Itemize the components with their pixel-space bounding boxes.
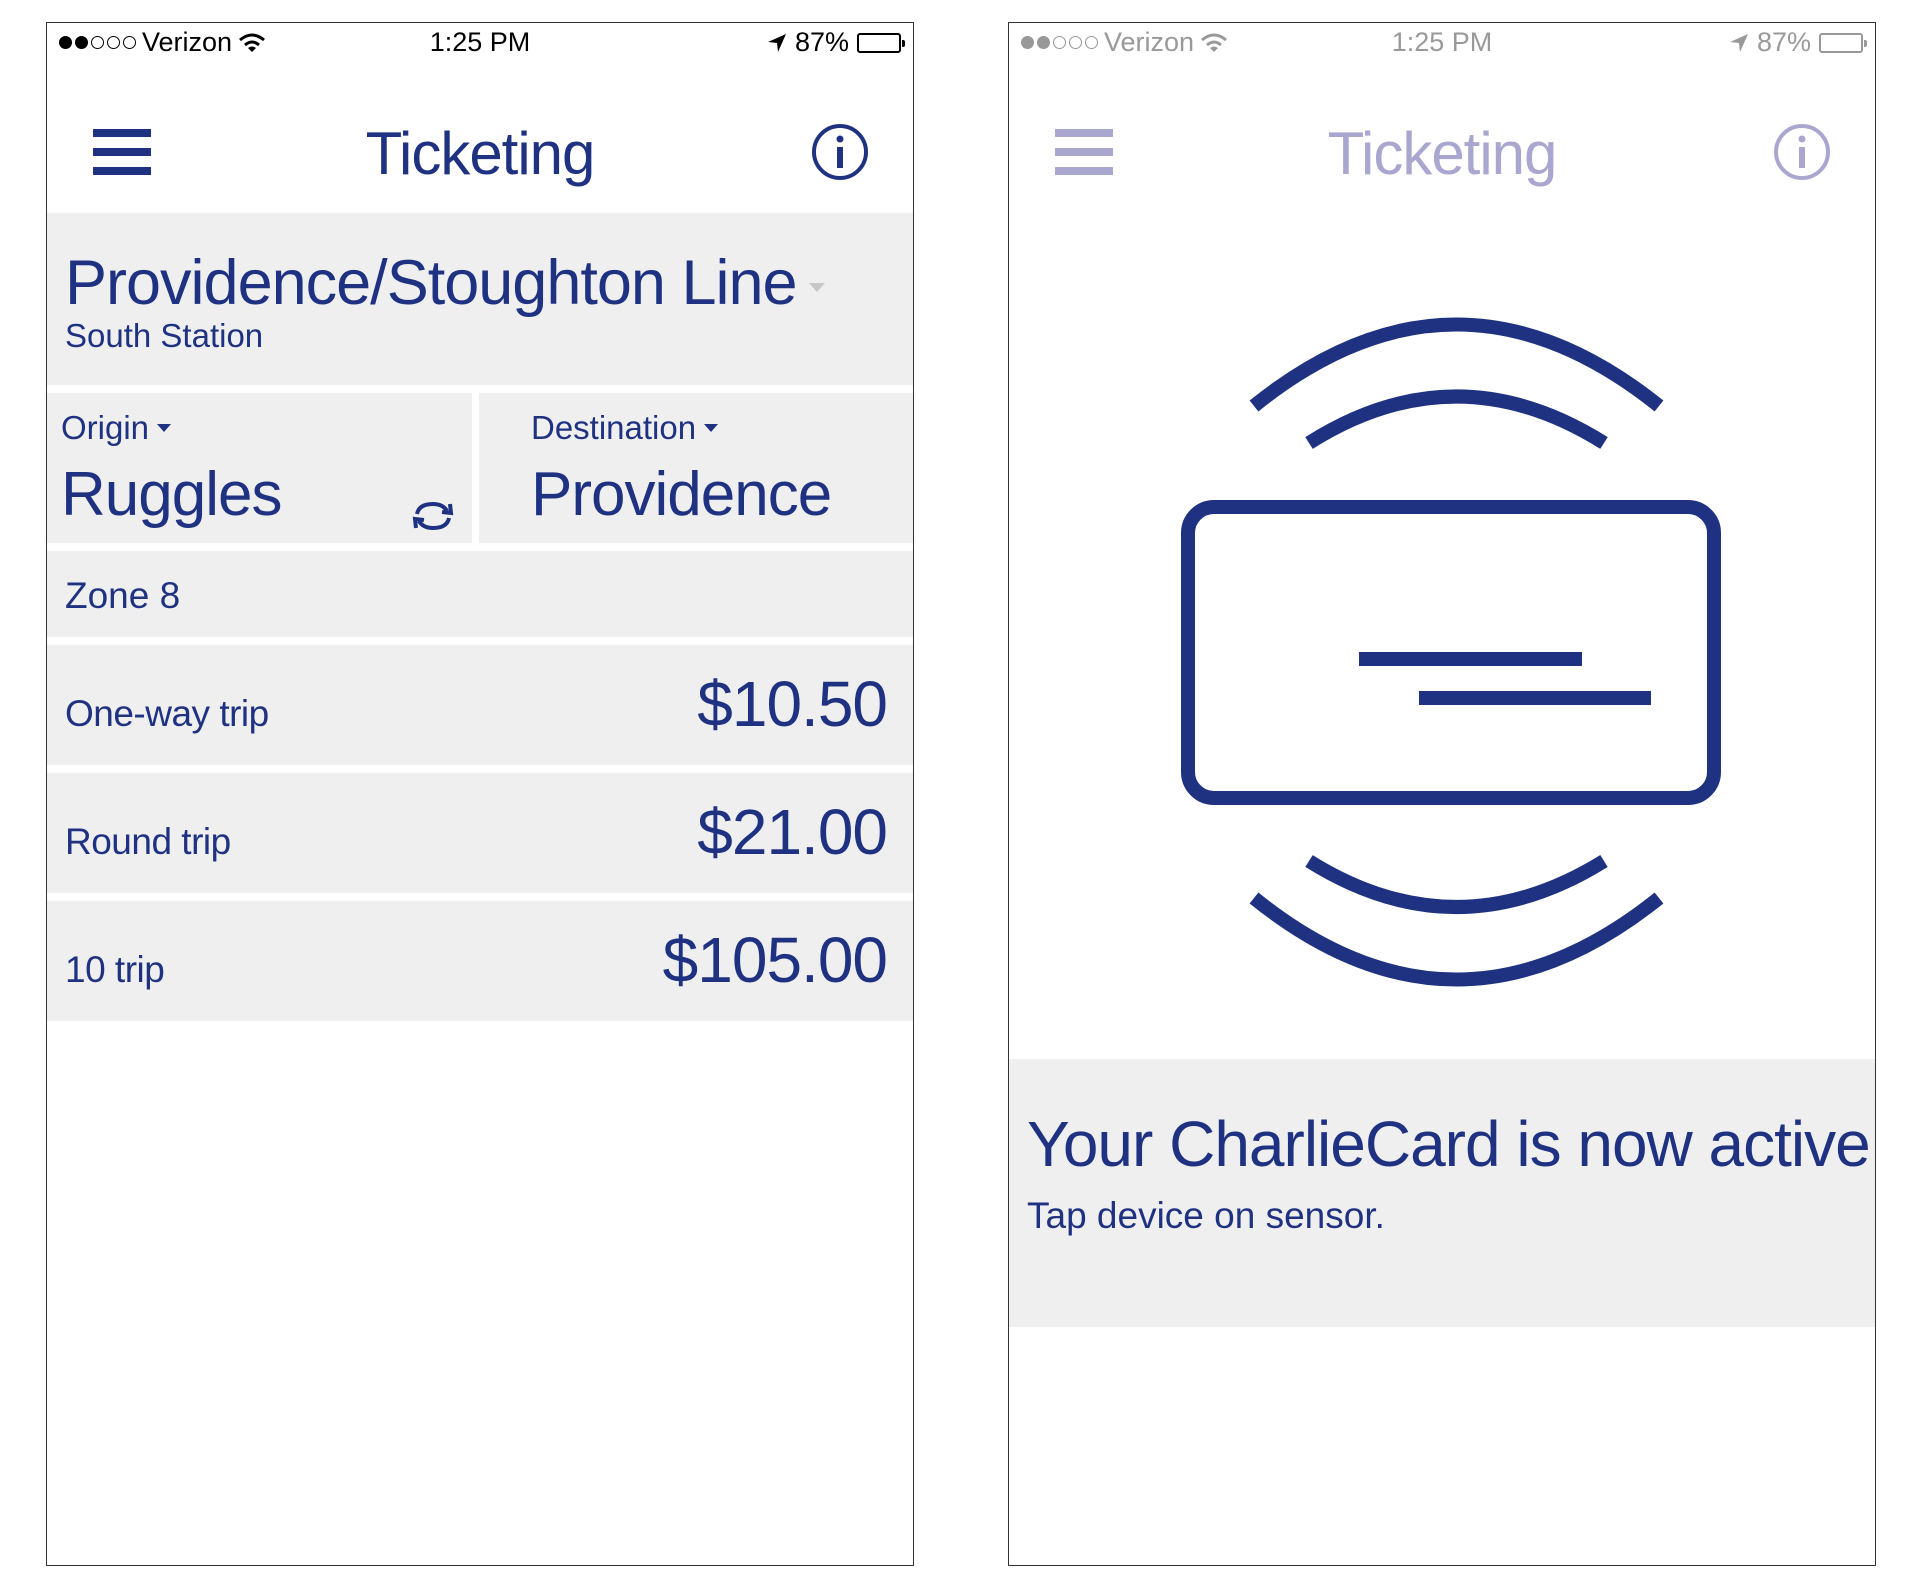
location-arrow-icon <box>767 33 786 52</box>
page-title: Ticketing <box>1327 120 1558 187</box>
zone-label: Zone 8 <box>65 575 181 616</box>
destination-label: Destination <box>531 409 697 446</box>
origin-destination-row: Origin Ruggles Destination Providence <box>47 393 913 543</box>
nav-bar: Ticketing <box>1009 67 1875 213</box>
status-bar: Verizon 1:25 PM 87% <box>1009 23 1875 67</box>
fare-label: Round trip <box>65 821 231 862</box>
page-title: Ticketing <box>365 120 596 187</box>
line-station: South Station <box>65 317 264 354</box>
battery-icon <box>857 32 905 53</box>
status-bar: Verizon 1:25 PM 87% <box>47 23 913 67</box>
swap-arrows-icon[interactable] <box>411 499 455 533</box>
battery-percent: 87% <box>794 27 849 57</box>
fare-price: $21.00 <box>697 796 888 868</box>
info-icon[interactable] <box>1773 123 1831 181</box>
origin-selector[interactable]: Origin Ruggles <box>47 393 472 543</box>
zone-row: Zone 8 <box>47 551 913 637</box>
fare-option-10-trip[interactable]: 10 trip $105.00 <box>47 901 913 1021</box>
origin-label: Origin <box>61 409 150 446</box>
activation-title: Your CharlieCard is now active. <box>1027 1108 1876 1180</box>
contactless-card-icon <box>1181 317 1721 987</box>
destination-value: Providence <box>531 460 832 529</box>
line-name: Providence/Stoughton Line <box>65 248 798 318</box>
chevron-down-icon <box>157 424 172 432</box>
card-active-screen: Verizon 1:25 PM 87% Ticketing Your Charl… <box>1008 22 1876 1566</box>
origin-value: Ruggles <box>61 460 282 529</box>
ticketing-screen: Verizon 1:25 PM 87% Ticketing Providence… <box>46 22 914 1566</box>
fare-price: $105.00 <box>662 924 888 996</box>
fare-label: One-way trip <box>65 693 269 734</box>
activation-message: Your CharlieCard is now active. Tap devi… <box>1009 1059 1875 1327</box>
line-selector[interactable]: Providence/Stoughton Line South Station <box>47 213 913 385</box>
fare-price: $10.50 <box>697 668 888 740</box>
chevron-down-icon <box>704 424 719 432</box>
activation-subtitle: Tap device on sensor. <box>1027 1195 1385 1236</box>
chevron-down-icon <box>808 282 825 292</box>
fare-option-round-trip[interactable]: Round trip $21.00 <box>47 773 913 893</box>
info-icon[interactable] <box>811 123 869 181</box>
battery-percent: 87% <box>1756 27 1811 57</box>
battery-icon <box>1819 32 1867 53</box>
fare-option-one-way[interactable]: One-way trip $10.50 <box>47 645 913 765</box>
fare-label: 10 trip <box>65 949 165 990</box>
destination-selector[interactable]: Destination Providence <box>479 393 913 543</box>
location-arrow-icon <box>1729 33 1748 52</box>
nav-bar: Ticketing <box>47 67 913 213</box>
